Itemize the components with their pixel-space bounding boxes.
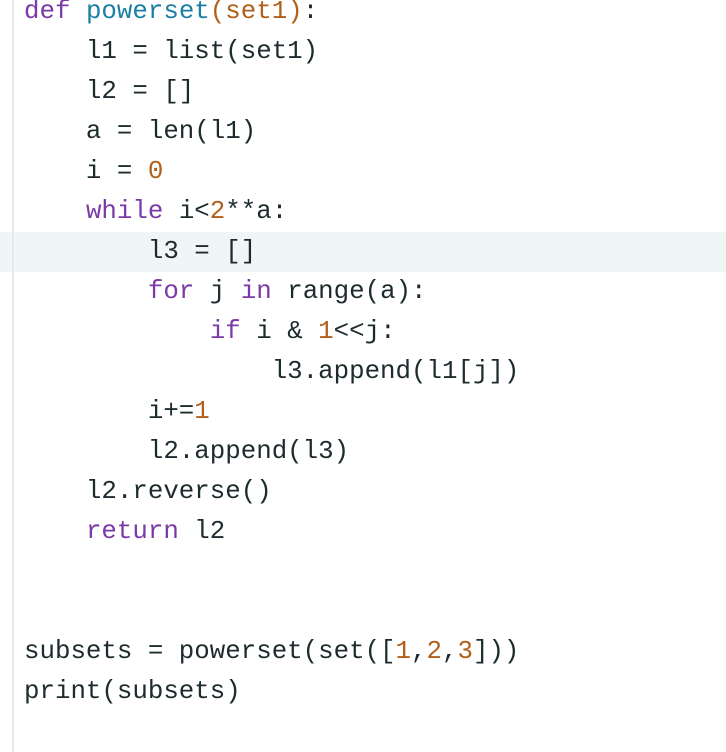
code-token: i+= xyxy=(24,397,195,426)
code-line[interactable]: l2.append(l3) xyxy=(0,432,726,472)
code-line-active[interactable]: l3 = [] xyxy=(0,232,726,272)
code-line[interactable] xyxy=(0,712,726,752)
code-line[interactable]: for j in range(a): xyxy=(0,272,726,312)
keyword-token: return xyxy=(85,517,179,546)
code-token: j xyxy=(194,277,241,306)
code-token: l2.reverse() xyxy=(24,477,272,506)
code-line[interactable]: i = 0 xyxy=(0,152,726,192)
code-token: l2 xyxy=(178,517,226,546)
code-line[interactable]: subsets = powerset(set([1,2,3])) xyxy=(0,632,726,672)
code-token: , xyxy=(411,637,427,666)
keyword-token: for xyxy=(147,277,195,306)
code-token: a = len(l1) xyxy=(24,117,257,146)
code-line[interactable]: i+=1 xyxy=(0,392,726,432)
code-token: l1 = list(set1) xyxy=(24,37,319,66)
function-name-token: powerset xyxy=(85,0,210,26)
code-line[interactable]: l2 = [] xyxy=(0,72,726,112)
keyword-token: def xyxy=(24,0,71,26)
code-token: l2 = [] xyxy=(24,77,195,106)
code-area[interactable]: def powerset(set1): l1 = list(set1) l2 =… xyxy=(0,0,726,752)
code-token: ])) xyxy=(472,637,520,666)
code-line[interactable]: a = len(l1) xyxy=(0,112,726,152)
keyword-token: if xyxy=(209,317,241,346)
number-token: 0 xyxy=(147,157,164,186)
code-token: : xyxy=(302,0,319,26)
code-editor[interactable]: def powerset(set1): l1 = list(set1) l2 =… xyxy=(0,0,726,752)
gutter-divider xyxy=(12,0,14,752)
code-token: i & xyxy=(240,317,319,346)
code-line[interactable]: def powerset(set1): xyxy=(0,0,726,32)
code-line[interactable]: if i & 1<<j: xyxy=(0,312,726,352)
code-token: l3.append(l1[j]) xyxy=(24,357,520,386)
code-token: subsets = powerset(set([ xyxy=(24,637,396,666)
parameter-token: (set1) xyxy=(209,0,303,26)
code-token: range(a): xyxy=(271,277,427,306)
code-line[interactable]: l3.append(l1[j]) xyxy=(0,352,726,392)
code-line[interactable]: l1 = list(set1) xyxy=(0,32,726,72)
code-line[interactable]: l2.reverse() xyxy=(0,472,726,512)
number-token: 3 xyxy=(457,637,473,666)
number-token: 2 xyxy=(209,197,226,226)
number-token: 1 xyxy=(194,397,210,426)
number-token: 1 xyxy=(395,637,412,666)
keyword-token: in xyxy=(240,277,272,306)
code-line[interactable] xyxy=(0,592,726,632)
number-token: 2 xyxy=(426,637,442,666)
code-token: l3 = [] xyxy=(24,237,257,266)
code-line[interactable] xyxy=(0,552,726,592)
code-token: i = xyxy=(24,157,148,186)
keyword-token: while xyxy=(85,197,164,226)
code-token: i< xyxy=(163,197,210,226)
code-token: l2.append(l3) xyxy=(24,437,350,466)
code-token: print(subsets) xyxy=(24,677,241,706)
code-token: <<j: xyxy=(333,317,396,346)
code-line[interactable]: while i<2**a: xyxy=(0,192,726,232)
code-token: **a: xyxy=(225,197,288,226)
number-token: 1 xyxy=(318,317,334,346)
code-line[interactable]: print(subsets) xyxy=(0,672,726,712)
code-token: , xyxy=(442,637,458,666)
code-line[interactable]: return l2 xyxy=(0,512,726,552)
